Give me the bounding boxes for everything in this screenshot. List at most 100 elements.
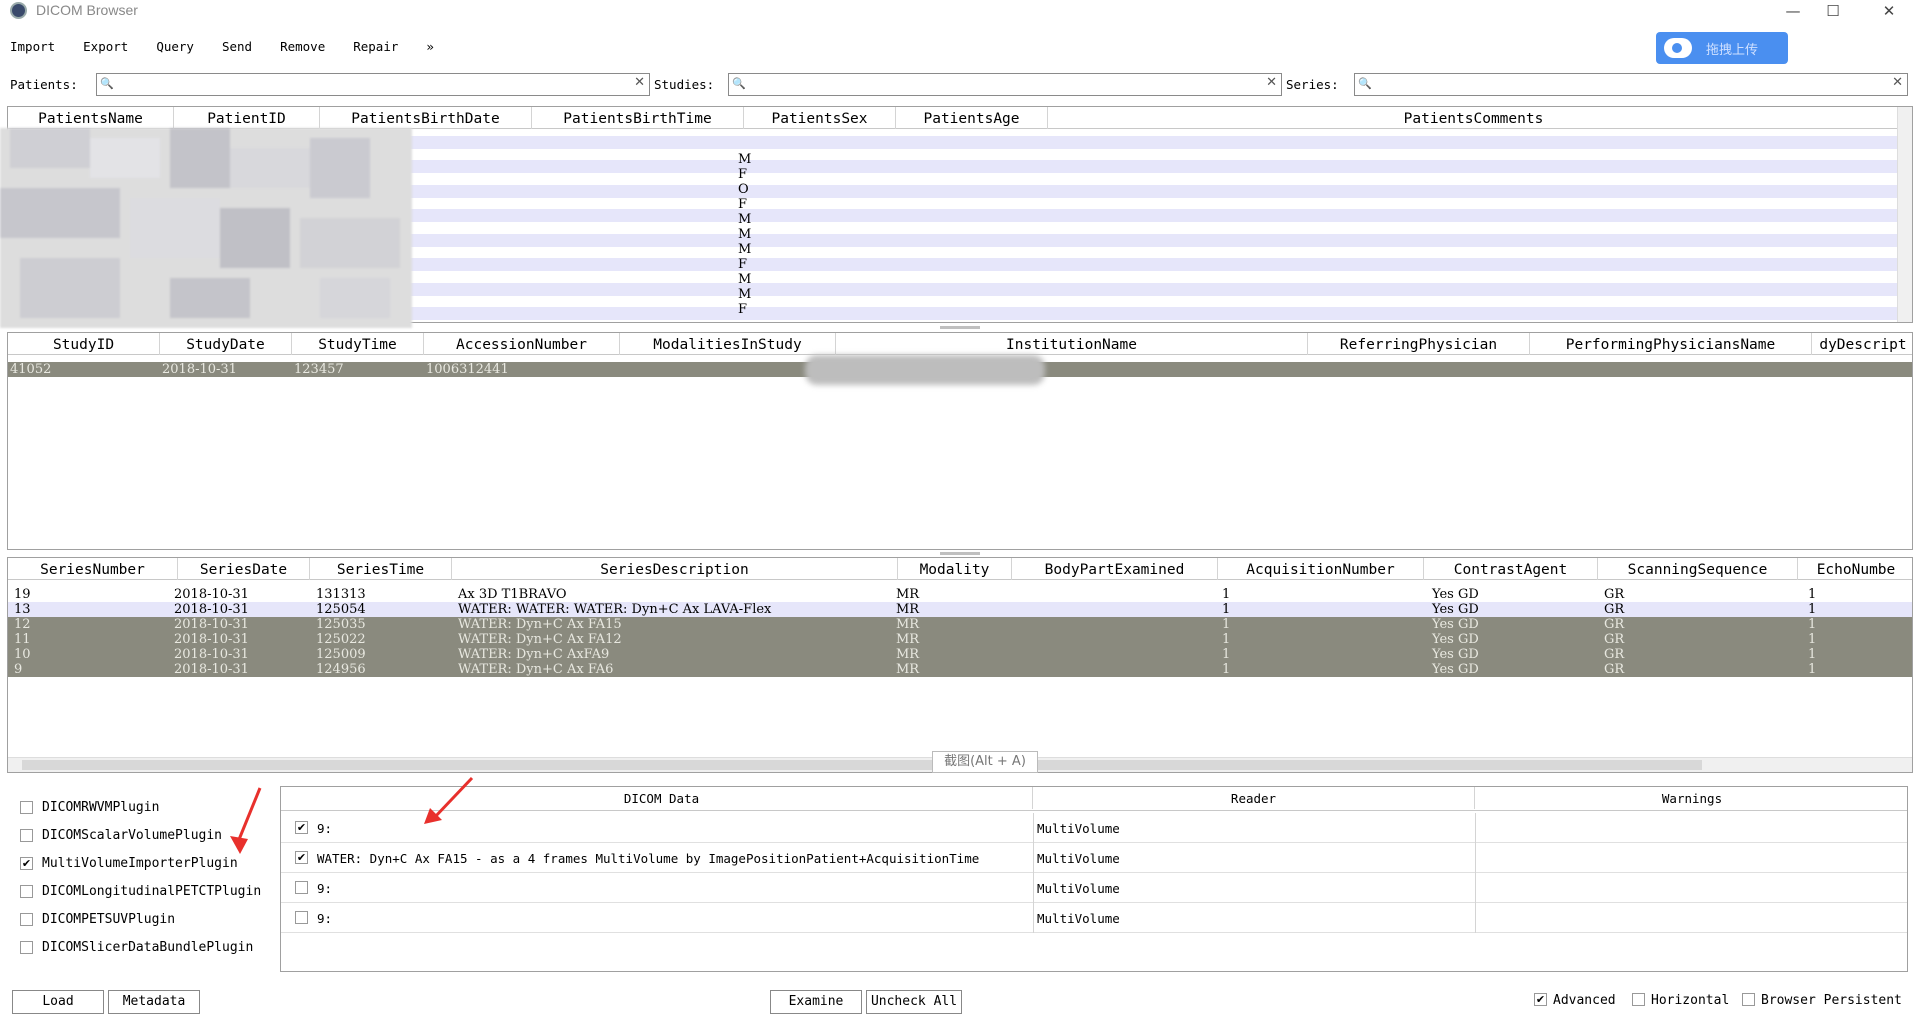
- column-header[interactable]: Warnings: [1475, 787, 1907, 809]
- column-header[interactable]: StudyID: [8, 333, 160, 355]
- column-header[interactable]: PatientsName: [8, 107, 174, 129]
- sex-cell[interactable]: M: [738, 213, 751, 226]
- column-header[interactable]: AccessionNumber: [424, 333, 620, 355]
- loadable-checkbox[interactable]: ✔: [295, 851, 308, 864]
- load-button[interactable]: Load: [12, 990, 104, 1014]
- table-row[interactable]: 9: MultiVolume: [281, 873, 1907, 903]
- column-header[interactable]: ContrastAgent: [1424, 558, 1598, 580]
- close-icon[interactable]: ✕: [1866, 0, 1912, 24]
- sex-cell[interactable]: M: [738, 288, 751, 301]
- advanced-checkbox[interactable]: ✔: [1534, 993, 1547, 1006]
- table-row[interactable]: 19 2018-10-31 131313 Ax 3D T1BRAVO MR 1 Yes GD…: [8, 587, 1912, 602]
- sex-cell[interactable]: M: [738, 273, 751, 286]
- table-row[interactable]: 13 2018-10-31 125054 WATER: WATER: WATER: D…: [8, 602, 1912, 617]
- column-header[interactable]: ReferringPhysician: [1308, 333, 1530, 355]
- column-header[interactable]: ScanningSequence: [1598, 558, 1798, 580]
- series-desc-cell: WATER: Dyn+C Ax FA12: [458, 632, 622, 647]
- loadables-table[interactable]: DICOM Data Reader Warnings ✔ 9: MultiVolum…: [280, 786, 1908, 972]
- window-title: DICOM Browser: [36, 2, 138, 18]
- table-row[interactable]: ✔ WATER: Dyn+C Ax FA15 - as a 4 frames Mu…: [281, 843, 1907, 873]
- metadata-button[interactable]: Metadata: [108, 990, 200, 1014]
- more-chevron-icon[interactable]: »: [426, 36, 434, 58]
- sex-cell[interactable]: M: [738, 228, 751, 241]
- column-header[interactable]: SeriesDescription: [452, 558, 898, 580]
- table-row[interactable]: 9 2018-10-31 124956 WATER: Dyn+C Ax FA6 MR 1 Y…: [8, 662, 1912, 677]
- maximize-icon[interactable]: ☐: [1810, 0, 1856, 24]
- column-header[interactable]: Modality: [898, 558, 1012, 580]
- column-header[interactable]: StudyTime: [292, 333, 424, 355]
- column-header[interactable]: PatientsBirthTime: [532, 107, 744, 129]
- query-button[interactable]: Query: [156, 36, 194, 58]
- table-row[interactable]: 12 2018-10-31 125035 WATER: Dyn+C Ax FA15 MR…: [8, 617, 1912, 632]
- column-header[interactable]: PerformingPhysiciansName: [1530, 333, 1812, 355]
- redacted-area: [0, 128, 412, 328]
- examine-button[interactable]: Examine: [770, 990, 862, 1014]
- loadable-checkbox[interactable]: [295, 881, 308, 894]
- column-header[interactable]: SeriesNumber: [8, 558, 178, 580]
- column-header[interactable]: Reader: [1033, 787, 1475, 809]
- table-row[interactable]: 11 2018-10-31 125022 WATER: Dyn+C Ax FA12 MR…: [8, 632, 1912, 647]
- slicer-app-icon: [10, 2, 27, 19]
- splitter-handle[interactable]: [940, 326, 980, 329]
- column-header[interactable]: InstitutionName: [836, 333, 1308, 355]
- series-acq-cell: 1: [1222, 662, 1231, 677]
- column-header[interactable]: dyDescript: [1812, 333, 1912, 355]
- horizontal-checkbox[interactable]: [1632, 993, 1645, 1006]
- patients-search-input[interactable]: 🔍 ✕: [96, 73, 650, 96]
- column-header[interactable]: PatientID: [174, 107, 320, 129]
- sex-cell[interactable]: O: [738, 183, 749, 196]
- plugin-checkbox[interactable]: ✔: [20, 857, 33, 870]
- column-header[interactable]: ModalitiesInStudy: [620, 333, 836, 355]
- table-row[interactable]: 9: MultiVolume: [281, 903, 1907, 933]
- plugin-checkbox[interactable]: [20, 941, 33, 954]
- upload-button[interactable]: 拖拽上传: [1656, 32, 1788, 64]
- column-header[interactable]: PatientsBirthDate: [320, 107, 532, 129]
- column-header[interactable]: PatientsSex: [744, 107, 896, 129]
- plugin-checkbox[interactable]: [20, 913, 33, 926]
- sex-cell[interactable]: F: [738, 198, 747, 211]
- sex-cell[interactable]: F: [738, 168, 747, 181]
- clear-icon[interactable]: ✕: [1892, 75, 1903, 90]
- annotation-arrow: [230, 787, 262, 854]
- column-header[interactable]: SeriesTime: [310, 558, 452, 580]
- plugin-checkbox[interactable]: [20, 885, 33, 898]
- column-header[interactable]: EchoNumbe: [1798, 558, 1912, 580]
- table-row[interactable]: ✔ 9: MultiVolume: [281, 813, 1907, 843]
- column-header[interactable]: PatientsComments: [1048, 107, 1899, 129]
- remove-button[interactable]: Remove: [280, 36, 325, 58]
- patients-table-header: PatientsName PatientID PatientsBirthDate…: [8, 107, 1912, 129]
- loadable-checkbox[interactable]: [295, 911, 308, 924]
- series-time-cell: 125009: [316, 647, 366, 662]
- plugin-label: DICOMRWVMPlugin: [42, 800, 160, 815]
- vertical-scrollbar[interactable]: [1897, 107, 1912, 322]
- column-header[interactable]: BodyPartExamined: [1012, 558, 1218, 580]
- table-row[interactable]: 10 2018-10-31 125009 WATER: Dyn+C AxFA9 MR 1 Y…: [8, 647, 1912, 662]
- browser-persistent-checkbox[interactable]: [1742, 993, 1755, 1006]
- column-header[interactable]: SeriesDate: [178, 558, 310, 580]
- studies-search-input[interactable]: 🔍 ✕: [728, 73, 1282, 96]
- repair-button[interactable]: Repair: [353, 36, 398, 58]
- scrollbar-thumb[interactable]: [22, 760, 1702, 770]
- clear-icon[interactable]: ✕: [634, 75, 645, 90]
- column-header[interactable]: AcquisitionNumber: [1218, 558, 1424, 580]
- sex-cell[interactable]: M: [738, 243, 751, 256]
- sex-cell[interactable]: F: [738, 303, 747, 316]
- export-button[interactable]: Export: [83, 36, 128, 58]
- column-header[interactable]: PatientsAge: [896, 107, 1048, 129]
- splitter-handle[interactable]: [940, 552, 980, 555]
- series-search-input[interactable]: 🔍 ✕: [1354, 73, 1908, 96]
- loadable-checkbox[interactable]: ✔: [295, 821, 308, 834]
- import-button[interactable]: Import: [10, 36, 55, 58]
- plugin-checkbox[interactable]: [20, 801, 33, 814]
- column-header[interactable]: DICOM Data: [291, 787, 1033, 809]
- series-contrast-cell: Yes GD: [1432, 617, 1479, 632]
- sex-cell[interactable]: F: [738, 258, 747, 271]
- uncheck-all-button[interactable]: Uncheck All: [866, 990, 962, 1014]
- plugin-checkbox[interactable]: [20, 829, 33, 842]
- send-button[interactable]: Send: [222, 36, 252, 58]
- series-table[interactable]: SeriesNumber SeriesDate SeriesTime Serie…: [7, 557, 1913, 773]
- column-header[interactable]: StudyDate: [160, 333, 292, 355]
- study-id-cell: 41052: [10, 362, 52, 377]
- sex-cell[interactable]: M: [738, 153, 751, 166]
- clear-icon[interactable]: ✕: [1266, 75, 1277, 90]
